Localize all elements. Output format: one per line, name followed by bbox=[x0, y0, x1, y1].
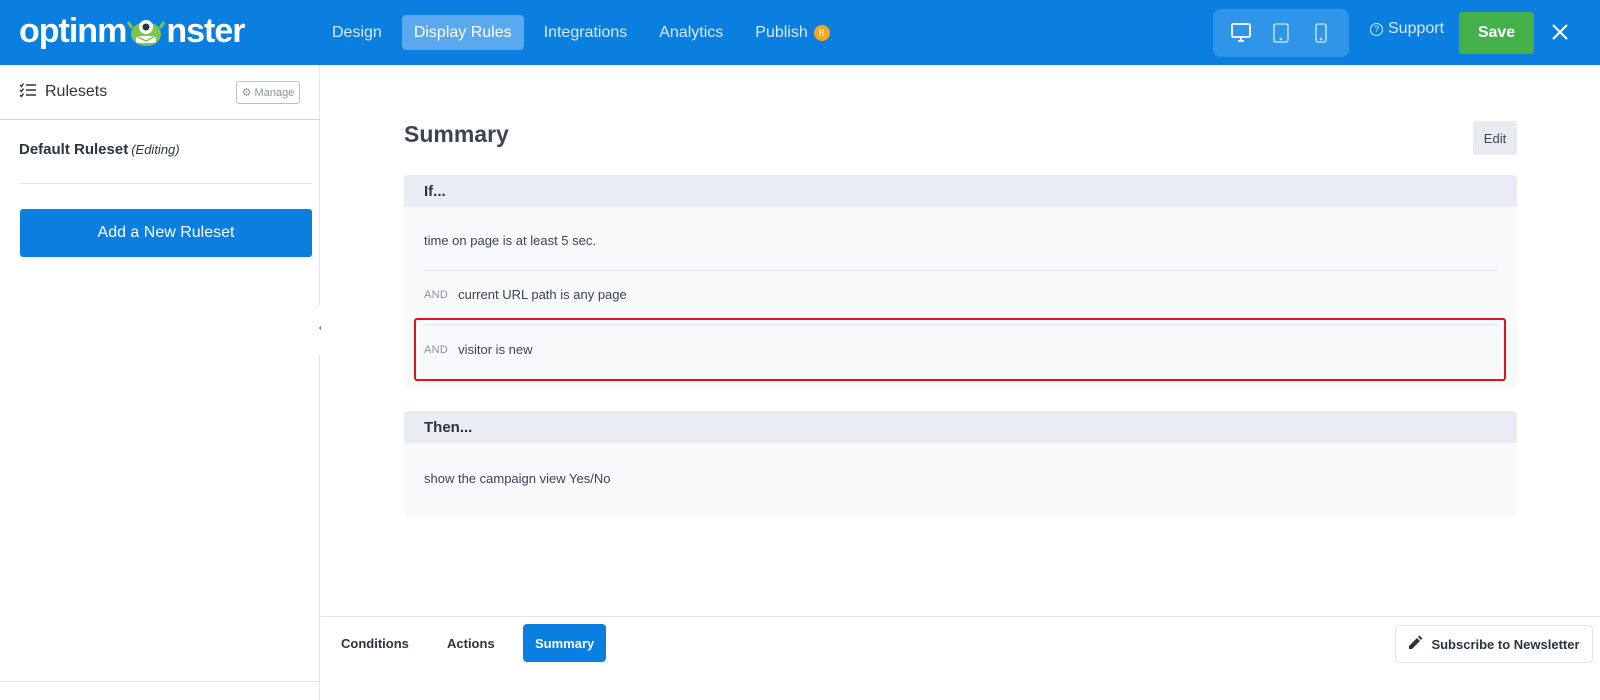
rulesets-title: Rulesets bbox=[45, 83, 108, 100]
subscribe-newsletter-button[interactable]: Subscribe to Newsletter bbox=[1395, 625, 1593, 663]
monster-mascot-icon bbox=[127, 14, 166, 48]
condition-row: time on page is at least 5 sec. bbox=[424, 233, 596, 248]
add-ruleset-button[interactable]: Add a New Ruleset bbox=[20, 209, 312, 257]
publish-warning-badge: !! bbox=[813, 24, 830, 41]
optinmonster-logo[interactable]: optinm nster bbox=[19, 11, 245, 51]
gear-icon: ⚙ bbox=[241, 87, 252, 99]
divider bbox=[0, 681, 320, 682]
rulesets-header: Rulesets ⚙ Manage bbox=[0, 65, 319, 120]
nav-integrations[interactable]: Integrations bbox=[532, 15, 640, 50]
then-header: Then... bbox=[404, 411, 1517, 443]
close-icon[interactable] bbox=[1548, 20, 1572, 44]
ruleset-editing-note: (Editing) bbox=[131, 142, 180, 157]
mobile-icon[interactable] bbox=[1303, 15, 1339, 51]
support-link[interactable]: ? Support bbox=[1370, 20, 1444, 38]
desktop-icon[interactable] bbox=[1223, 15, 1259, 51]
pencil-icon bbox=[1408, 635, 1423, 653]
nav-publish-label: Publish bbox=[755, 24, 808, 41]
newsletter-label: Subscribe to Newsletter bbox=[1431, 636, 1580, 652]
if-header: If... bbox=[404, 175, 1517, 207]
tab-conditions[interactable]: Conditions bbox=[329, 624, 421, 662]
logo-text-prefix: optinm bbox=[19, 11, 127, 50]
divider bbox=[424, 270, 1498, 271]
action-text: show the campaign view Yes/No bbox=[424, 471, 611, 486]
condition-text: current URL path is any page bbox=[458, 287, 627, 302]
rulesets-sidebar: Rulesets ⚙ Manage Default Ruleset (Editin… bbox=[0, 65, 320, 700]
manage-label: Manage bbox=[254, 86, 295, 99]
nav-design[interactable]: Design bbox=[320, 15, 394, 50]
save-button[interactable]: Save bbox=[1459, 12, 1534, 54]
tab-summary[interactable]: Summary bbox=[523, 624, 607, 662]
main-nav: Design Display Rules Integrations Analyt… bbox=[320, 15, 850, 50]
page-title: Summary bbox=[404, 121, 509, 147]
divider bbox=[19, 183, 312, 184]
edit-button[interactable]: Edit bbox=[1473, 121, 1517, 155]
then-panel: Then... show the campaign view Yes/No bbox=[404, 411, 1517, 517]
ruleset-name: Default Ruleset bbox=[19, 141, 129, 158]
support-label: Support bbox=[1388, 20, 1445, 37]
top-bar: optinm nster Design Display Rules Integr… bbox=[0, 0, 1600, 65]
nav-publish[interactable]: Publish !! bbox=[743, 15, 841, 50]
ruleset-item-default[interactable]: Default Ruleset (Editing) bbox=[19, 141, 180, 158]
manage-button[interactable]: ⚙ Manage bbox=[236, 81, 300, 104]
device-preview-toggle bbox=[1213, 9, 1349, 57]
tablet-icon[interactable] bbox=[1263, 15, 1299, 51]
highlight-box bbox=[414, 318, 1506, 381]
help-circle-icon: ? bbox=[1370, 22, 1383, 36]
condition-row: AND current URL path is any page bbox=[424, 287, 627, 302]
tab-actions[interactable]: Actions bbox=[435, 624, 507, 662]
bottom-tab-bar: Conditions Actions Summary Subscribe to … bbox=[321, 616, 1600, 669]
and-operator: AND bbox=[424, 288, 449, 301]
logo-text-suffix: nster bbox=[166, 11, 245, 50]
checklist-icon bbox=[19, 82, 37, 103]
nav-display-rules[interactable]: Display Rules bbox=[401, 15, 524, 50]
action-row: show the campaign view Yes/No bbox=[424, 471, 610, 486]
nav-analytics[interactable]: Analytics bbox=[647, 15, 735, 50]
condition-text: time on page is at least 5 sec. bbox=[424, 233, 596, 248]
